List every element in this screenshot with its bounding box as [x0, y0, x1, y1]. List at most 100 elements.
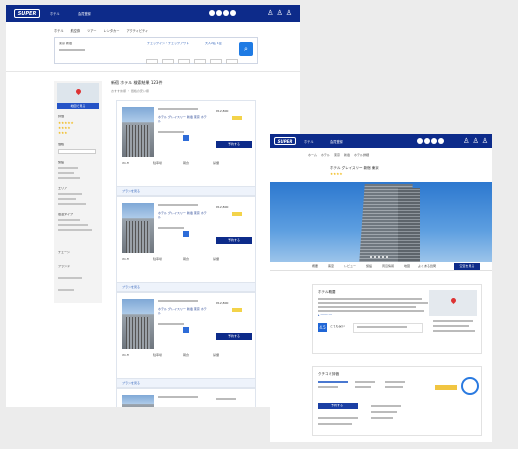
map-thumbnail[interactable] — [57, 83, 99, 103]
overview-panel: ホテル概要 ▸ ──── ── 4.5 とても良い — [312, 284, 482, 354]
review-score-label: とても良い — [330, 325, 345, 328]
sort-options[interactable]: おすすめ順 ・ 価格の安い順 — [111, 89, 149, 93]
breadcrumb: ホーム ホテル 東京 新宿 ホテル詳細 — [308, 153, 369, 157]
tab-faq[interactable]: よくある質問 — [418, 264, 436, 268]
rating-badge — [183, 327, 189, 333]
map-pin-icon — [74, 87, 83, 96]
date-field[interactable]: チェックイン・チェックアウト — [147, 42, 189, 46]
tab-hotels[interactable]: ホテル — [54, 28, 64, 33]
hotel-photo[interactable] — [122, 299, 154, 349]
chip[interactable] — [178, 59, 190, 64]
filter-brand-label[interactable]: ブランド — [58, 265, 70, 269]
hotel-price: ¥12,800 — [216, 301, 229, 305]
nav-hotels[interactable]: ホテル — [50, 11, 60, 16]
tab-nearby[interactable]: 周辺情報 — [382, 264, 394, 268]
card-footer[interactable]: プランを見る — [117, 282, 255, 291]
site-logo[interactable]: SUPER — [14, 9, 40, 18]
check-availability-button[interactable]: 空室を見る — [454, 263, 480, 270]
card-footer[interactable]: プランを見る — [117, 378, 255, 387]
filter-amenities-label: 施設 — [58, 161, 65, 164]
amenity-breakfast: 朝食 — [183, 161, 190, 165]
nav-hotels[interactable]: ホテル — [304, 139, 314, 144]
breadcrumb-item[interactable]: 東京 — [334, 153, 340, 157]
amenity-parking: 駐車場 — [153, 161, 163, 165]
chip[interactable] — [146, 59, 158, 64]
tab-flights[interactable]: 航空券 — [71, 28, 81, 33]
amenity-nonsmoking: 禁煙 — [213, 353, 220, 357]
hotel-price: ¥12,800 — [216, 109, 229, 113]
carousel-dots[interactable] — [370, 256, 388, 258]
menu-icon[interactable]: ♙ — [482, 137, 488, 145]
tab-rentacar[interactable]: レンタカー — [104, 28, 120, 33]
chip[interactable] — [226, 59, 238, 64]
user-icon[interactable]: ♙ — [267, 9, 273, 17]
star-filter[interactable]: ★★★★★ — [58, 121, 74, 125]
partner-logos — [417, 138, 444, 144]
site-header: SUPER ホテル 会員登録 ♙ ♙ ♙ — [270, 134, 492, 148]
hotel-photo[interactable] — [122, 203, 154, 253]
filter-chain-label[interactable]: チェーン — [58, 251, 70, 255]
deal-badge — [232, 212, 242, 216]
hotel-stars: ★★★★ — [330, 172, 343, 176]
nav-register[interactable]: 会員登録 — [78, 11, 91, 16]
site-logo[interactable]: SUPER — [274, 137, 296, 145]
tab-overview[interactable]: 概要 — [312, 264, 318, 268]
book-button[interactable]: 予約する — [216, 333, 252, 340]
breadcrumb-item[interactable]: ホーム — [308, 153, 317, 157]
review-score: 4.5 — [318, 323, 327, 332]
hotel-card[interactable]: ホテル グレイスリー 新宿 東京 ホテル ¥12,800 予約する Wi-Fi … — [116, 196, 256, 292]
star-filter[interactable]: ★★★ — [58, 131, 67, 135]
favorites-icon[interactable]: ♙ — [276, 9, 282, 17]
chip[interactable] — [210, 59, 222, 64]
book-button[interactable]: 予約する — [216, 237, 252, 244]
site-header: SUPER ホテル 会員登録 ♙ ♙ ♙ — [6, 5, 300, 22]
partner-logos — [209, 10, 236, 16]
score-ring — [461, 377, 479, 395]
chip[interactable] — [194, 59, 206, 64]
destination-field[interactable]: 東京 新宿 — [59, 42, 72, 46]
hotel-card[interactable]: ホテル グレイスリー 新宿 東京 ホテル ¥12,800 予約する Wi-Fi … — [116, 292, 256, 388]
location-map[interactable] — [429, 290, 477, 316]
hotel-name[interactable]: ホテル グレイスリー 新宿 東京 ホテル — [158, 115, 208, 123]
filter-sidebar: 地図で見る 評価 ★★★★★ ★★★★ ★★★ 価格 施設 エリア 宿泊タイプ … — [54, 81, 102, 303]
search-icon: ⌕ — [244, 45, 248, 53]
user-icon[interactable]: ♙ — [463, 137, 469, 145]
star-filter[interactable]: ★★★★ — [58, 126, 71, 130]
reviews-panel: クチコミ評価 予約する — [312, 366, 482, 436]
tab-tours[interactable]: ツアー — [87, 28, 96, 33]
tab-map[interactable]: 地図 — [404, 264, 410, 268]
amenity-wifi: Wi-Fi — [122, 353, 130, 357]
hero-photo[interactable] — [270, 182, 492, 262]
amenity-breakfast: 朝食 — [183, 257, 190, 261]
tab-rooms[interactable]: 客室 — [328, 264, 334, 268]
chip[interactable] — [162, 59, 174, 64]
nav-register[interactable]: 会員登録 — [330, 139, 343, 144]
card-footer[interactable]: プランを見る — [117, 186, 255, 195]
hotel-name[interactable]: ホテル グレイスリー 新宿 東京 ホテル — [158, 307, 208, 315]
amenity-wifi: Wi-Fi — [122, 257, 130, 261]
menu-icon[interactable]: ♙ — [286, 9, 292, 17]
hotel-card[interactable]: ホテル グレイスリー 新宿 東京 ホテル ¥12,800 予約する Wi-Fi … — [116, 100, 256, 196]
search-button[interactable]: ⌕ — [239, 42, 253, 56]
results-title: 新宿 ホテル 検索結果 123件 — [111, 80, 163, 85]
hotel-price: ¥12,800 — [216, 205, 229, 209]
map-pin-icon — [449, 296, 458, 305]
book-button[interactable]: 予約する — [216, 141, 252, 148]
map-button[interactable]: 地図で見る — [57, 103, 99, 109]
detail-tabs: 概要 客室 レビュー 施設 周辺情報 地図 よくある質問 空室を見る — [270, 262, 492, 271]
tab-facilities[interactable]: 施設 — [366, 264, 372, 268]
search-results-page: SUPER ホテル 会員登録 ♙ ♙ ♙ ホテル 航空券 ツアー レンタカー ア… — [6, 5, 300, 407]
tab-reviews[interactable]: レビュー — [344, 264, 356, 268]
tab-activities[interactable]: アクティビティ — [126, 28, 148, 33]
hotel-card[interactable] — [116, 388, 256, 407]
amenity-nonsmoking: 禁煙 — [213, 161, 220, 165]
hotel-photo[interactable] — [122, 107, 154, 157]
guests-field[interactable]: 大人2名 1室 — [205, 42, 222, 46]
hotel-photo[interactable] — [122, 395, 154, 407]
hotel-name[interactable]: ホテル グレイスリー 新宿 東京 ホテル — [158, 211, 208, 219]
breadcrumb-item[interactable]: ホテル — [321, 153, 330, 157]
breadcrumb-item[interactable]: 新宿 — [344, 153, 350, 157]
rating-badge — [183, 231, 189, 237]
reviews-book-label: 予約する — [331, 404, 344, 407]
favorites-icon[interactable]: ♙ — [472, 137, 478, 145]
